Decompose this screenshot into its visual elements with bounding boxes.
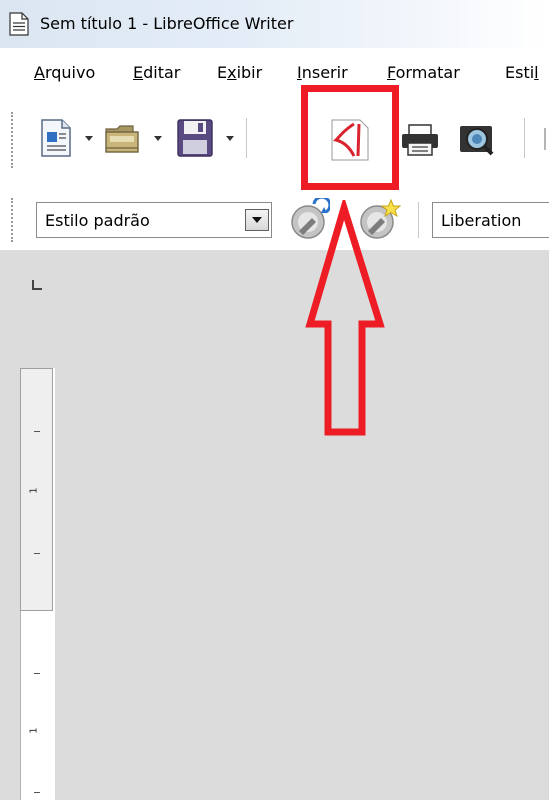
- paragraph-style-select[interactable]: Estilo padrão: [36, 202, 272, 238]
- title-bar: Sem título 1 - LibreOffice Writer: [0, 0, 549, 48]
- menu-inserir[interactable]: Inserir: [297, 63, 348, 82]
- ruler-label: 1: [28, 727, 40, 734]
- toolbar-overflow-hint: [544, 128, 546, 150]
- font-name-value: Liberation: [441, 211, 522, 230]
- toolbar-grip[interactable]: [11, 112, 17, 168]
- folder-icon[interactable]: [103, 122, 143, 156]
- tab-stop-icon[interactable]: [30, 278, 46, 292]
- toolbar-grip[interactable]: [11, 198, 17, 242]
- new-dropdown-icon[interactable]: [85, 136, 93, 141]
- ruler-tick: [34, 792, 40, 793]
- menu-formatar[interactable]: Formatar: [387, 63, 460, 82]
- annotation-up-arrow: [305, 200, 385, 436]
- toolbar-separator: [524, 118, 525, 158]
- save-dropdown-icon[interactable]: [226, 136, 234, 141]
- toolbar-separator: [418, 202, 419, 238]
- open-dropdown-icon[interactable]: [154, 136, 162, 141]
- new-document-icon[interactable]: [40, 118, 72, 158]
- ruler-tick: [34, 431, 40, 432]
- menu-estilos[interactable]: Estil: [505, 63, 539, 82]
- annotation-highlight-box: [301, 85, 399, 190]
- font-name-input[interactable]: Liberation: [432, 202, 549, 238]
- menu-arquivo[interactable]: Arquivo: [34, 63, 95, 82]
- printer-icon[interactable]: [400, 123, 440, 157]
- window-title: Sem título 1 - LibreOffice Writer: [40, 14, 294, 33]
- print-preview-icon[interactable]: [458, 120, 496, 158]
- menu-exibir[interactable]: Exibir: [217, 63, 262, 82]
- ruler-tick: [34, 673, 40, 674]
- ruler-label: 1: [28, 487, 40, 494]
- paragraph-style-dropdown-button[interactable]: [245, 209, 269, 231]
- ruler-tick: [34, 553, 40, 554]
- chevron-down-icon: [252, 217, 262, 223]
- document-icon: [9, 12, 29, 36]
- document-workspace[interactable]: [0, 250, 549, 800]
- floppy-disk-icon[interactable]: [176, 118, 214, 158]
- toolbar-separator: [246, 118, 247, 158]
- paragraph-style-value: Estilo padrão: [45, 211, 150, 230]
- menu-editar[interactable]: Editar: [133, 63, 180, 82]
